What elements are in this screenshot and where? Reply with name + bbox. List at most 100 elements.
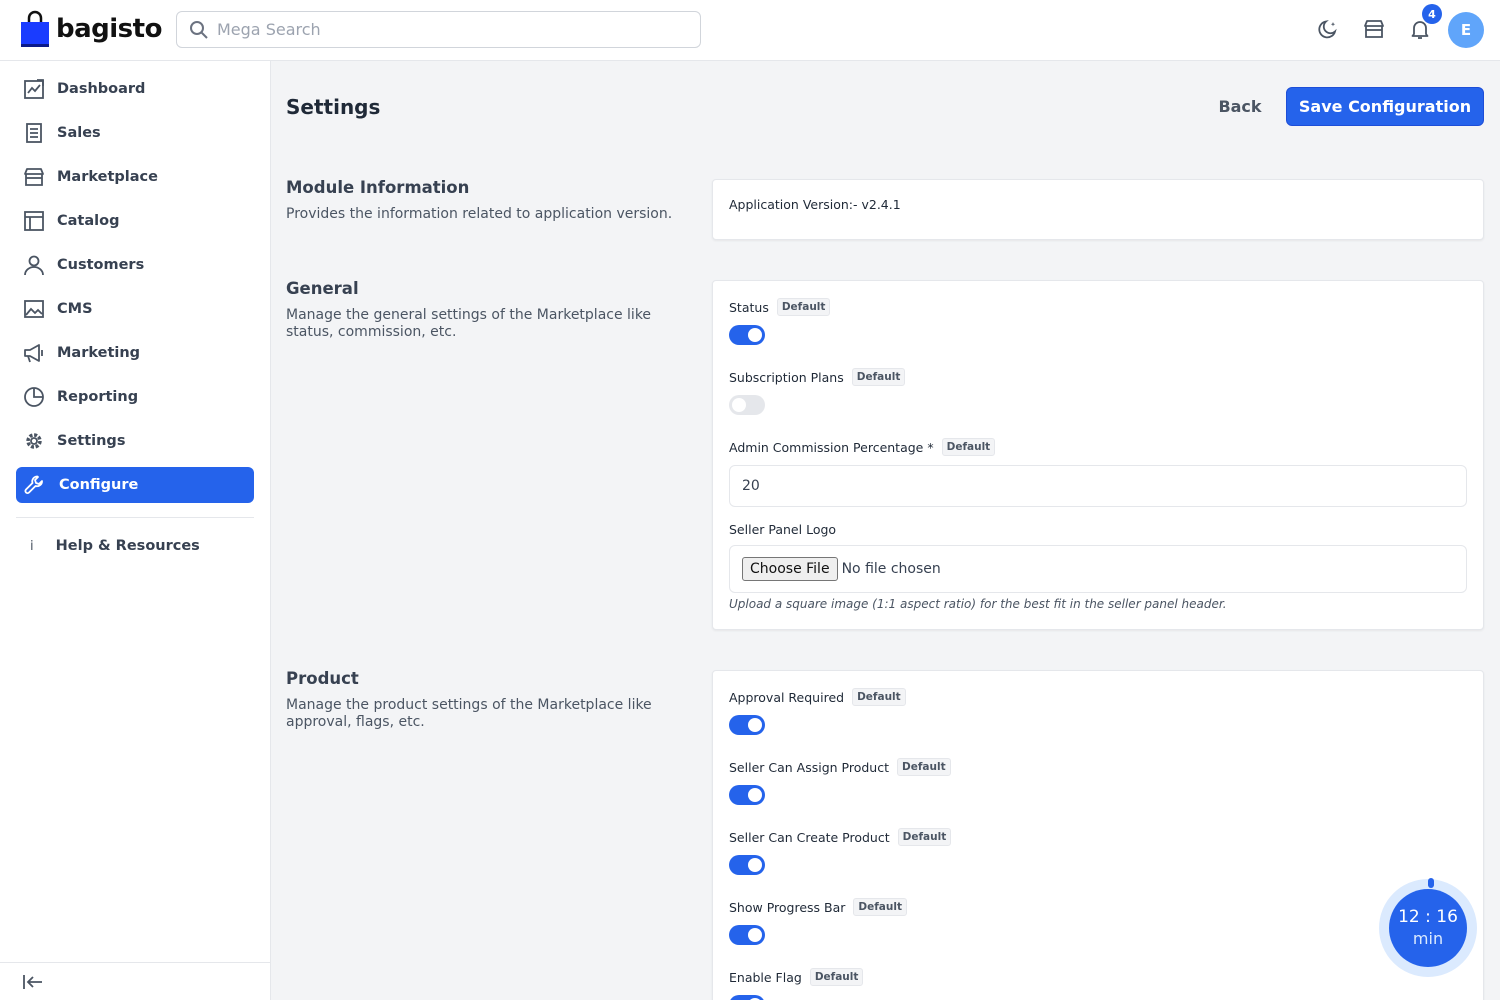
field-label-text: Show Progress Bar: [729, 899, 846, 915]
sidebar-item-label: Settings: [57, 433, 126, 449]
store-icon: [24, 168, 44, 186]
gear-icon: [26, 433, 42, 449]
search-input[interactable]: [217, 20, 687, 39]
enable-flag-toggle[interactable]: [729, 995, 765, 1000]
default-tag: Default: [776, 298, 831, 316]
sidebar-item-cms[interactable]: CMS: [16, 291, 254, 327]
top-header: bagisto 4 E: [0, 0, 1500, 61]
image-icon: [24, 300, 44, 318]
sidebar-item-label: Marketplace: [57, 169, 158, 185]
back-button[interactable]: Back: [1206, 88, 1274, 124]
enable-flag-field-label: Enable Flag Default: [729, 968, 864, 986]
section-desc-module: Provides the information related to appl…: [286, 206, 673, 222]
timer-time: 12 : 16: [1398, 907, 1458, 927]
wrench-icon: [24, 475, 43, 494]
approval-required-toggle[interactable]: [729, 715, 765, 735]
storefront-link[interactable]: [1361, 16, 1387, 42]
create-product-field-label: Seller Can Create Product Default: [729, 828, 952, 846]
seller-logo-file-input[interactable]: Choose File No file chosen: [729, 545, 1467, 593]
brand-name: bagisto: [56, 14, 162, 44]
section-title-general: General: [286, 279, 359, 298]
sidebar-nav: Dashboard Sales Marketplace Catalog Cust…: [16, 71, 254, 511]
sidebar-item-marketplace[interactable]: Marketplace: [16, 159, 254, 195]
approval-field-label: Approval Required Default: [729, 688, 906, 706]
seller-logo-hint: Upload a square image (1:1 aspect ratio)…: [729, 597, 1227, 611]
collapse-sidebar-button[interactable]: [22, 972, 46, 992]
mega-search[interactable]: [176, 11, 701, 48]
application-version: Application Version:- v2.4.1: [729, 197, 901, 212]
field-label-text: Approval Required: [729, 689, 845, 705]
sidebar-item-label: CMS: [57, 301, 93, 317]
sidebar-item-label: Marketing: [57, 345, 141, 361]
shopping-bag-icon: [21, 10, 49, 47]
save-configuration-button[interactable]: Save Configuration: [1286, 87, 1484, 126]
sidebar-item-dashboard[interactable]: Dashboard: [16, 71, 254, 107]
status-field-label: Status Default: [729, 298, 831, 316]
admin-commission-input[interactable]: [729, 465, 1467, 507]
catalog-icon: [24, 211, 44, 231]
sidebar-item-configure[interactable]: Configure: [16, 467, 254, 503]
section-title-product: Product: [286, 669, 359, 688]
dashboard-icon: [24, 79, 44, 99]
notification-count-badge: 4: [1422, 4, 1442, 24]
sidebar-item-label: Catalog: [57, 213, 120, 229]
subscription-plans-toggle[interactable]: [729, 395, 765, 415]
assign-product-field-label: Seller Can Assign Product Default: [729, 758, 951, 776]
store-icon: [1364, 20, 1384, 38]
info-icon: i: [30, 538, 34, 554]
session-timer[interactable]: 12 : 16 min: [1389, 889, 1467, 967]
default-tag: Default: [851, 368, 906, 386]
section-desc-product: Manage the product settings of the Marke…: [286, 697, 652, 730]
choose-file-button[interactable]: Choose File: [742, 557, 838, 581]
section-title-module: Module Information: [286, 178, 470, 197]
sidebar-divider: [16, 517, 254, 518]
show-progress-bar-toggle[interactable]: [729, 925, 765, 945]
status-toggle[interactable]: [729, 325, 765, 345]
field-label-text: Seller Can Create Product: [729, 829, 890, 845]
field-label-text: Enable Flag: [729, 969, 802, 985]
sidebar-item-help[interactable]: i Help & Resources: [16, 528, 254, 564]
field-label-text: Admin Commission Percentage *: [729, 439, 934, 455]
field-label-text: Status: [729, 299, 769, 315]
product-settings-card: Approval Required Default Seller Can Ass…: [712, 670, 1484, 1000]
search-icon: [190, 20, 208, 39]
field-label-text: Subscription Plans: [729, 369, 844, 385]
sidebar-item-label: Customers: [57, 257, 145, 273]
seller-logo-field-label: Seller Panel Logo: [729, 522, 836, 537]
seller-create-product-toggle[interactable]: [729, 855, 765, 875]
sidebar-item-label: Configure: [59, 477, 139, 493]
sidebar-item-settings[interactable]: Settings: [16, 423, 254, 459]
pie-chart-icon: [24, 387, 44, 407]
collapse-icon: [23, 975, 42, 989]
customer-icon: [24, 255, 44, 276]
dark-mode-toggle[interactable]: [1315, 16, 1341, 42]
sidebar-item-label: Dashboard: [57, 81, 146, 97]
default-tag: Default: [852, 688, 906, 706]
sidebar-item-customers[interactable]: Customers: [16, 247, 254, 283]
file-status-text: No file chosen: [841, 561, 941, 577]
brand-logo[interactable]: bagisto: [20, 10, 162, 48]
sidebar-item-marketing[interactable]: Marketing: [16, 335, 254, 371]
field-label-text: Seller Can Assign Product: [729, 759, 889, 775]
sales-icon: [26, 123, 42, 143]
timer-progress-dot: [1428, 878, 1434, 888]
sidebar-item-label: Sales: [57, 125, 101, 141]
sidebar-footer-divider: [0, 962, 270, 963]
general-settings-card: Status Default Subscription Plans Defaul…: [712, 280, 1484, 630]
megaphone-icon: [24, 344, 43, 363]
sidebar-item-reporting[interactable]: Reporting: [16, 379, 254, 415]
seller-assign-product-toggle[interactable]: [729, 785, 765, 805]
moon-icon: [1318, 20, 1337, 39]
default-tag: Default: [897, 828, 952, 846]
sidebar-item-label: Reporting: [57, 389, 139, 405]
user-avatar[interactable]: E: [1448, 12, 1484, 48]
commission-field-label: Admin Commission Percentage * Default: [729, 438, 996, 456]
sidebar-item-sales[interactable]: Sales: [16, 115, 254, 151]
sidebar: Dashboard Sales Marketplace Catalog Cust…: [0, 61, 271, 1000]
default-tag: Default: [897, 758, 951, 776]
sidebar-item-catalog[interactable]: Catalog: [16, 203, 254, 239]
default-tag: Default: [941, 438, 996, 456]
default-tag: Default: [809, 968, 864, 986]
module-info-card: Application Version:- v2.4.1: [712, 179, 1484, 240]
timer-unit: min: [1412, 929, 1444, 948]
